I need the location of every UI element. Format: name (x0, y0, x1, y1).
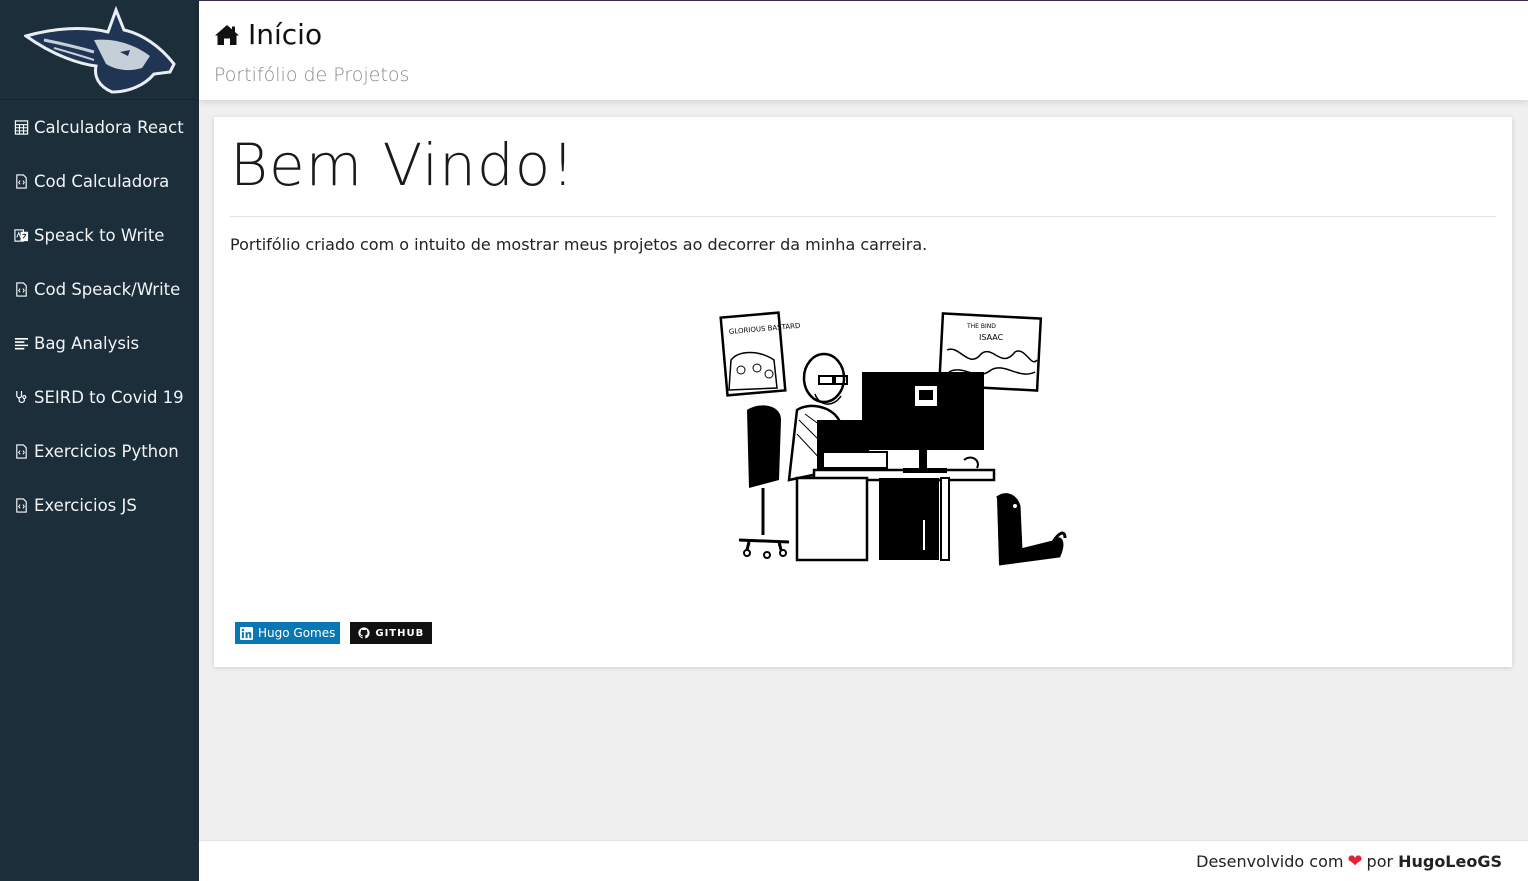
sidebar-item-label: Cod Calculadora (34, 171, 170, 191)
sidebar-item-cod-speack-write[interactable]: Cod Speack/Write (0, 262, 199, 316)
github-badge-label: GITHUB (375, 627, 425, 639)
desk (795, 468, 996, 562)
left-poster: GLORIOUS BASTARD (719, 311, 801, 397)
heart-icon: ❤ (1347, 850, 1363, 872)
sidebar-item-label: Speack to Write (34, 225, 165, 245)
linkedin-badge-label: Hugo Gomes (258, 626, 336, 640)
calculator-icon (13, 119, 30, 136)
wolf-logo[interactable] (0, 0, 199, 100)
home-icon (215, 24, 239, 45)
sidebar-item-label: Exercicios Python (34, 441, 179, 461)
sidebar-item-seird-covid[interactable]: SEIRD to Covid 19 (0, 370, 199, 424)
sidebar-item-cod-calculadora[interactable]: Cod Calculadora (0, 154, 199, 208)
github-icon (358, 627, 370, 639)
intro-text: Portifólio criado com o intuito de mostr… (230, 235, 928, 254)
divider (230, 216, 1496, 217)
footer-author: HugoLeoGS (1398, 851, 1502, 871)
page-title-text: Início (248, 18, 323, 51)
code-file-icon (13, 281, 30, 298)
sidebar-item-exercicios-python[interactable]: Exercicios Python (0, 424, 199, 478)
code-file-icon (13, 173, 30, 190)
page-header: Início Portifólio de Projetos (199, 0, 1528, 100)
linkedin-icon (240, 626, 253, 640)
align-left-icon (13, 335, 30, 352)
language-icon (13, 227, 30, 244)
developer-desk-illustration: GLORIOUS BASTARD THE BIND ISAAC (719, 311, 1067, 566)
dog (996, 493, 1067, 566)
page-footer: Desenvolvido com ❤ por HugoLeoGS (199, 840, 1528, 881)
sidebar: Calculadora React Cod Calculadora Speack… (0, 0, 199, 881)
footer-prefix: Desenvolvido com (1196, 851, 1344, 871)
sidebar-item-exercicios-js[interactable]: Exercicios JS (0, 478, 199, 532)
sidebar-item-calculadora-react[interactable]: Calculadora React (0, 100, 199, 154)
social-badges: Hugo Gomes GITHUB (235, 622, 433, 644)
right-poster-title-bottom: ISAAC (979, 333, 1004, 342)
code-file-icon (13, 443, 30, 460)
linkedin-badge[interactable]: Hugo Gomes (235, 622, 341, 644)
code-file-icon (13, 497, 30, 514)
sidebar-item-label: Cod Speack/Write (34, 279, 181, 299)
welcome-heading: Bem Vindo! (230, 131, 576, 199)
right-poster-title-top: THE BIND (966, 323, 996, 330)
sidebar-item-bag-analysis[interactable]: Bag Analysis (0, 316, 199, 370)
page-subtitle: Portifólio de Projetos (214, 64, 410, 86)
sidebar-menu: Calculadora React Cod Calculadora Speack… (0, 100, 199, 532)
footer-middle: por (1366, 851, 1394, 871)
welcome-card: Bem Vindo! Portifólio criado com o intui… (214, 117, 1512, 667)
stethoscope-icon (13, 389, 30, 406)
github-badge[interactable]: GITHUB (350, 622, 433, 644)
sidebar-item-label: Bag Analysis (34, 333, 140, 353)
sidebar-item-label: Calculadora React (34, 117, 184, 137)
sidebar-item-label: Exercicios JS (34, 495, 137, 515)
wolf-logo-icon (23, 5, 176, 94)
page-title: Início (214, 18, 322, 51)
sidebar-item-label: SEIRD to Covid 19 (34, 387, 184, 407)
sidebar-item-speack-to-write[interactable]: Speack to Write (0, 208, 199, 262)
